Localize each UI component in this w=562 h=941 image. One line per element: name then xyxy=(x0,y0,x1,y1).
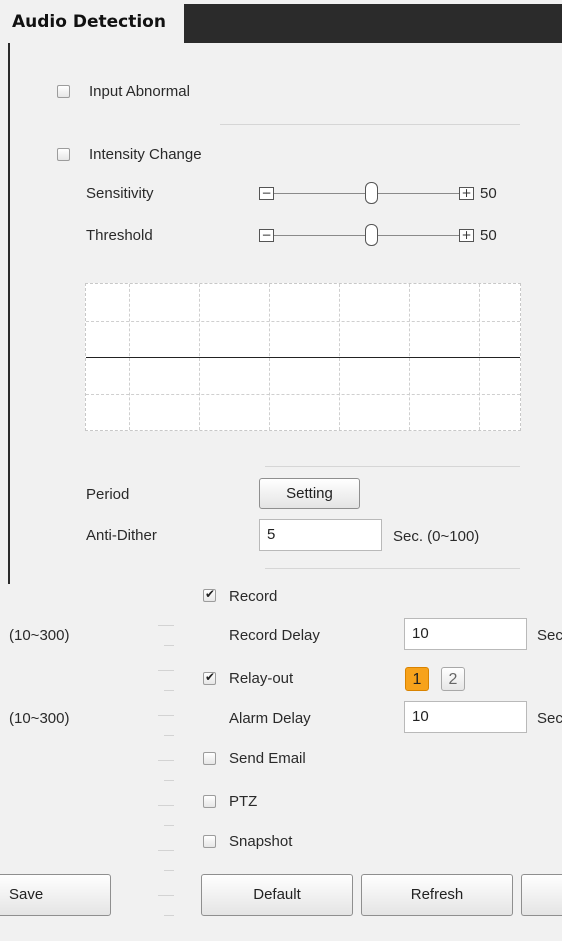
relay-1-button[interactable]: 1 xyxy=(405,667,429,691)
record-delay-input[interactable]: 10 xyxy=(404,618,527,650)
record-delay-unit: Sec xyxy=(537,627,562,644)
intensity-change-checkbox[interactable] xyxy=(57,148,70,161)
ruler-tick xyxy=(158,625,174,626)
ruler-tick xyxy=(164,870,174,871)
extra-button[interactable] xyxy=(521,874,562,916)
relay-out-label: Relay-out xyxy=(229,670,294,687)
graph-gridline xyxy=(86,321,520,322)
ruler-tick xyxy=(164,645,174,646)
ruler-tick xyxy=(158,715,174,716)
anti-dither-label: Anti-Dither xyxy=(86,527,157,544)
threshold-label: Threshold xyxy=(86,227,153,244)
save-button[interactable]: Save xyxy=(0,874,111,916)
ruler-tick xyxy=(158,895,174,896)
default-button[interactable]: Default xyxy=(201,874,353,916)
threshold-plus-button[interactable]: + xyxy=(459,229,474,242)
anti-dither-unit: Sec. (0~100) xyxy=(393,528,480,545)
record-checkbox[interactable] xyxy=(203,587,216,602)
intensity-change-label: Intensity Change xyxy=(89,146,202,163)
input-abnormal-checkbox[interactable] xyxy=(57,85,70,98)
threshold-value: 50 xyxy=(480,227,497,244)
record-label: Record xyxy=(229,588,278,605)
graph-gridline xyxy=(86,394,520,395)
send-email-checkbox[interactable] xyxy=(203,752,216,765)
tab-bar xyxy=(184,4,562,43)
threshold-slider-knob[interactable] xyxy=(365,224,378,246)
record-delay-label: Record Delay xyxy=(229,627,320,644)
ruler-tick xyxy=(164,780,174,781)
period-setting-button[interactable]: Setting xyxy=(259,478,360,509)
record-delay-range: (10~300) xyxy=(9,627,70,644)
divider xyxy=(265,568,520,569)
sensitivity-plus-button[interactable]: + xyxy=(459,187,474,200)
panel-border xyxy=(8,43,10,584)
ruler-tick xyxy=(158,670,174,671)
alarm-delay-label: Alarm Delay xyxy=(229,710,311,727)
period-label: Period xyxy=(86,486,130,503)
tab-audio-detection[interactable]: Audio Detection xyxy=(8,4,184,43)
ruler-tick xyxy=(158,760,174,761)
divider xyxy=(265,466,520,467)
ruler-tick xyxy=(164,825,174,826)
ptz-checkbox[interactable] xyxy=(203,795,216,808)
sensitivity-minus-button[interactable]: − xyxy=(259,187,274,200)
sensitivity-slider-knob[interactable] xyxy=(365,182,378,204)
sensitivity-label: Sensitivity xyxy=(86,185,154,202)
divider xyxy=(220,124,520,125)
alarm-delay-input[interactable]: 10 xyxy=(404,701,527,733)
ruler-tick xyxy=(164,915,174,916)
snapshot-checkbox[interactable] xyxy=(203,835,216,848)
audio-level-graph xyxy=(85,283,521,431)
background-ruler xyxy=(150,590,182,941)
relay-2-button[interactable]: 2 xyxy=(441,667,465,691)
send-email-label: Send Email xyxy=(229,750,306,767)
anti-dither-input[interactable]: 5 xyxy=(259,519,382,551)
alarm-delay-unit: Sec xyxy=(537,710,562,727)
sensitivity-value: 50 xyxy=(480,185,497,202)
alarm-delay-range: (10~300) xyxy=(9,710,70,727)
refresh-button[interactable]: Refresh xyxy=(361,874,513,916)
input-abnormal-label: Input Abnormal xyxy=(89,83,190,100)
relay-out-checkbox[interactable] xyxy=(203,670,216,685)
ruler-tick xyxy=(164,690,174,691)
ruler-tick xyxy=(158,850,174,851)
ptz-label: PTZ xyxy=(229,793,258,810)
snapshot-label: Snapshot xyxy=(229,833,293,850)
ruler-tick xyxy=(158,805,174,806)
threshold-minus-button[interactable]: − xyxy=(259,229,274,242)
graph-threshold-line xyxy=(86,357,520,358)
ruler-tick xyxy=(164,735,174,736)
